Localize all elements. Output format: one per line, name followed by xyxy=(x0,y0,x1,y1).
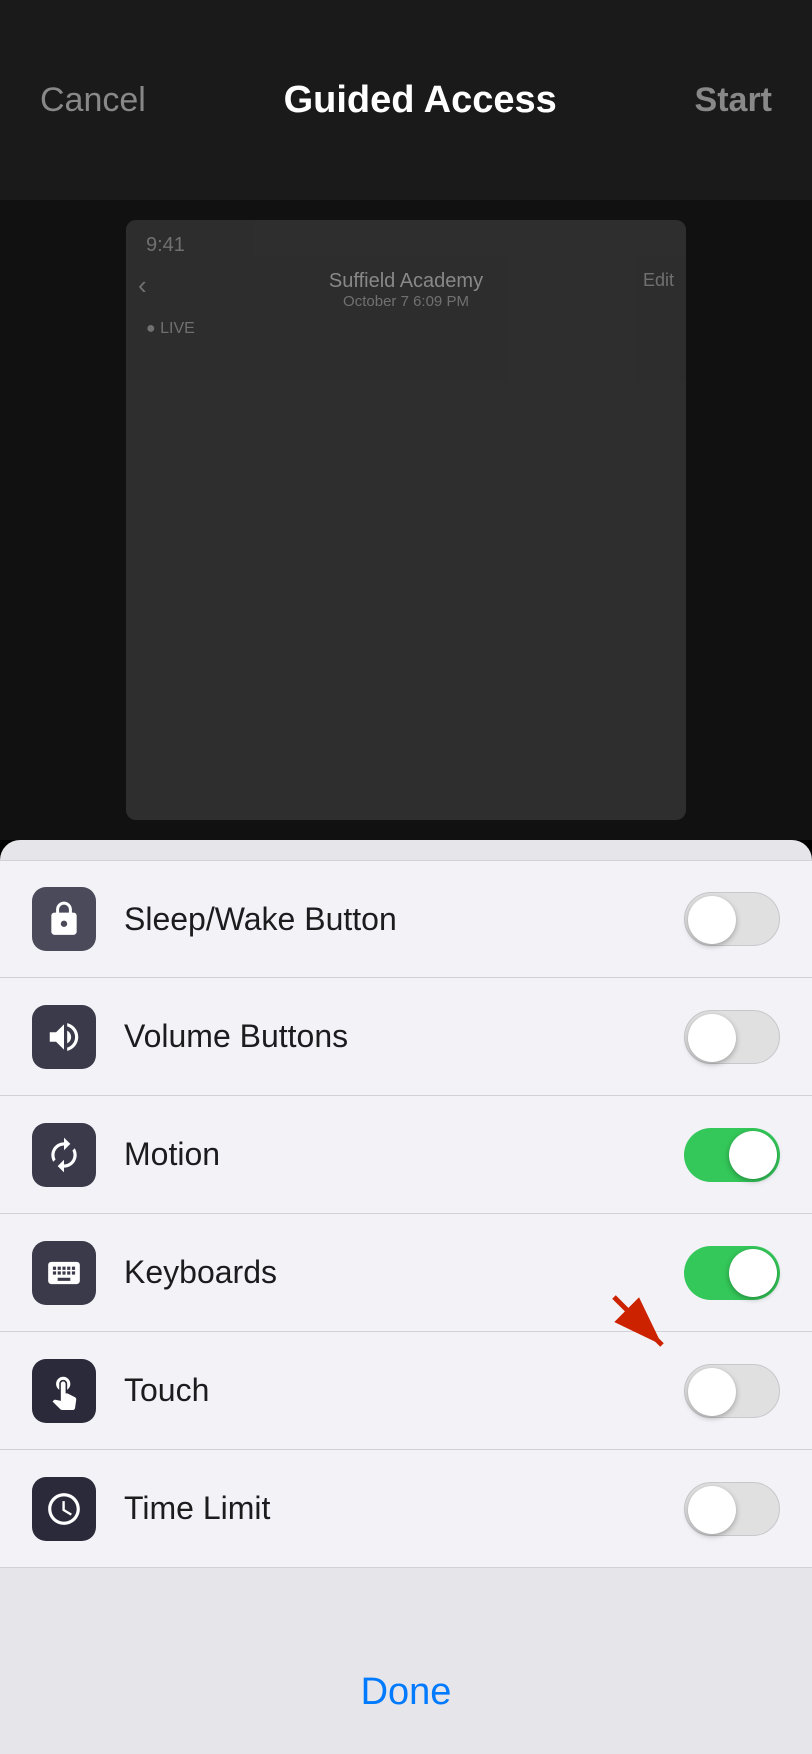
volume-icon xyxy=(32,1005,96,1069)
motion-knob xyxy=(729,1131,777,1179)
sleep-wake-icon xyxy=(32,887,96,951)
motion-label: Motion xyxy=(124,1136,684,1173)
preview-date: October 7 6:09 PM xyxy=(126,293,686,310)
nav-bar: Cancel Guided Access Start xyxy=(0,0,812,200)
touch-icon xyxy=(32,1359,96,1423)
touch-row-container: Touch xyxy=(0,1332,812,1450)
bottom-panel: Sleep/Wake Button Volume Buttons xyxy=(0,840,812,1754)
setting-row-keyboards: Keyboards xyxy=(0,1214,812,1332)
preview-live: ● LIVE xyxy=(146,320,195,338)
done-button[interactable]: Done xyxy=(0,1643,812,1754)
setting-row-motion: Motion xyxy=(0,1096,812,1214)
setting-row-touch: Touch xyxy=(0,1332,812,1450)
preview-school-name: Suffield Academy xyxy=(126,270,686,293)
preview-area: 9:41 ‹ Suffield Academy October 7 6:09 P… xyxy=(0,200,812,840)
touch-hand-icon xyxy=(45,1372,83,1410)
lock-icon xyxy=(45,900,83,938)
clock-icon xyxy=(45,1490,83,1528)
time-limit-toggle[interactable] xyxy=(684,1482,780,1536)
motion-refresh-icon xyxy=(45,1136,83,1174)
touch-label: Touch xyxy=(124,1372,684,1409)
setting-row-time-limit: Time Limit xyxy=(0,1450,812,1568)
page-title: Guided Access xyxy=(284,79,557,122)
cancel-button[interactable]: Cancel xyxy=(40,81,146,120)
volume-toggle[interactable] xyxy=(684,1010,780,1064)
motion-toggle[interactable] xyxy=(684,1128,780,1182)
volume-knob xyxy=(688,1014,736,1062)
touch-toggle[interactable] xyxy=(684,1364,780,1418)
time-limit-label: Time Limit xyxy=(124,1490,684,1527)
time-limit-icon xyxy=(32,1477,96,1541)
keyboard-icon xyxy=(32,1241,96,1305)
start-button[interactable]: Start xyxy=(695,81,772,120)
settings-list: Sleep/Wake Button Volume Buttons xyxy=(0,840,812,1643)
keyboard-svg-icon xyxy=(45,1254,83,1292)
time-limit-knob xyxy=(688,1486,736,1534)
preview-title-area: Suffield Academy October 7 6:09 PM xyxy=(126,270,686,310)
motion-icon xyxy=(32,1123,96,1187)
sleep-wake-knob xyxy=(688,896,736,944)
setting-row-volume: Volume Buttons xyxy=(0,978,812,1096)
keyboards-knob xyxy=(729,1249,777,1297)
volume-speaker-icon xyxy=(45,1018,83,1056)
sleep-wake-label: Sleep/Wake Button xyxy=(124,901,684,938)
sleep-wake-toggle[interactable] xyxy=(684,892,780,946)
preview-edit: Edit xyxy=(643,270,674,291)
setting-row-sleep-wake: Sleep/Wake Button xyxy=(0,860,812,978)
touch-knob xyxy=(688,1368,736,1416)
keyboards-toggle[interactable] xyxy=(684,1246,780,1300)
keyboards-label: Keyboards xyxy=(124,1254,684,1291)
preview-screenshot: 9:41 ‹ Suffield Academy October 7 6:09 P… xyxy=(126,220,686,820)
preview-time: 9:41 xyxy=(146,234,185,257)
volume-label: Volume Buttons xyxy=(124,1018,684,1055)
